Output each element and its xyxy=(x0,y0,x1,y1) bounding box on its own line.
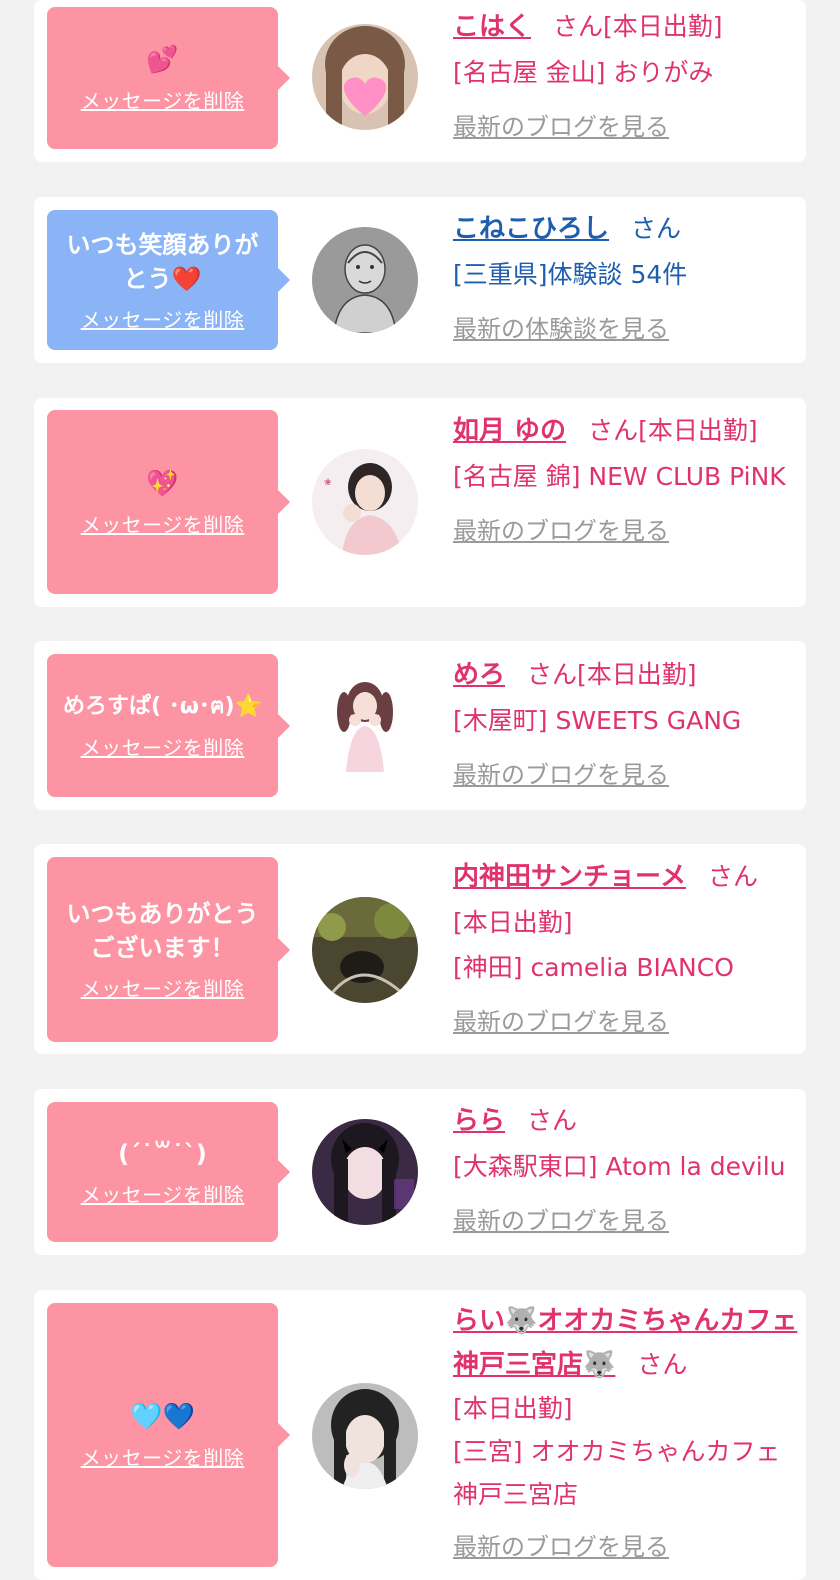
latest-blog-link[interactable]: 最新のブログを見る xyxy=(453,509,798,554)
status-label: [本日出勤] xyxy=(577,660,697,689)
message-text: いつもありがとうございます！ xyxy=(66,900,259,962)
avatar[interactable] xyxy=(312,1119,418,1225)
honorific: さん xyxy=(631,214,682,243)
cast-name-link[interactable]: こねこひろし xyxy=(453,214,609,244)
svg-text:❀: ❀ xyxy=(324,478,332,488)
shop-label: [三宮] オオカミちゃんカフェ神戸三宮店 xyxy=(453,1437,781,1509)
cast-name-link[interactable]: 如月 ゆの xyxy=(453,416,566,446)
avatar[interactable] xyxy=(312,1383,418,1489)
avatar[interactable] xyxy=(312,672,418,778)
honorific: さん xyxy=(527,660,578,689)
shop-label: [神田] camelia BIANCO xyxy=(453,953,734,982)
shop-label: [木屋町] SWEETS GANG xyxy=(453,706,742,735)
delete-message-link[interactable]: メッセージを削除 xyxy=(81,973,245,1002)
latest-blog-link[interactable]: 最新のブログを見る xyxy=(453,105,798,150)
message-text: (ˊ˙꒳˙ˋ) xyxy=(118,1139,207,1168)
delete-message-link[interactable]: メッセージを削除 xyxy=(81,1179,245,1208)
honorific: さん xyxy=(707,862,758,891)
cast-info: らら さん [大森駅東口] Atom la devilu 最新のブログを見る xyxy=(453,1098,798,1244)
avatar[interactable] xyxy=(312,897,418,1003)
cast-info: 内神田サンチョーメ さん [本日出勤] [神田] camelia BIANCO 最… xyxy=(453,854,798,1045)
message-text: 🩵💙 xyxy=(130,1401,195,1432)
message-text: 💕 xyxy=(146,44,179,75)
shop-label: [三重県]体験談 54件 xyxy=(453,260,688,289)
cast-info: めろ さん[本日出勤] [木屋町] SWEETS GANG 最新のブログを見る xyxy=(453,652,798,798)
favorite-card: いつもありがとうございます！ メッセージを削除 内神田サンチョーメ さん [本日出… xyxy=(34,844,806,1054)
message-bubble: いつも笑顔ありがとう❤️ メッセージを削除 xyxy=(47,210,290,350)
delete-message-link[interactable]: メッセージを削除 xyxy=(81,1442,245,1471)
honorific: さん xyxy=(553,12,604,41)
favorite-card: (ˊ˙꒳˙ˋ) メッセージを削除 らら さん [大森駅東口] Atom la de… xyxy=(34,1089,806,1255)
delete-message-link[interactable]: メッセージを削除 xyxy=(81,732,245,761)
shop-label: [名古屋 錦] NEW CLUB PiNK xyxy=(453,462,786,491)
message-bubble: 💖 メッセージを削除 xyxy=(47,410,290,594)
shop-label: [名古屋 金山] おりがみ xyxy=(453,58,714,87)
favorite-card: 💕 メッセージを削除 こはく さん[本日出勤] [名古屋 金山] おりがみ 最新の… xyxy=(34,0,806,162)
message-text: 💖 xyxy=(146,468,179,499)
delete-message-link[interactable]: メッセージを削除 xyxy=(81,509,245,538)
message-bubble: (ˊ˙꒳˙ˋ) メッセージを削除 xyxy=(47,1102,290,1242)
cast-name-link[interactable]: めろ xyxy=(453,660,505,690)
message-bubble: 🩵💙 メッセージを削除 xyxy=(47,1303,290,1567)
cast-name-link[interactable]: 内神田サンチョーメ xyxy=(453,862,686,892)
favorite-card: いつも笑顔ありがとう❤️ メッセージを削除 こねこひろし さん [三重県]体験談 … xyxy=(34,197,806,363)
message-text: めろすぱ( ･ω･ฅ)⭐️ xyxy=(63,694,262,719)
cast-name-link[interactable]: らい🐺オオカミちゃんカフェ神戸三宮店🐺 xyxy=(453,1306,797,1380)
cast-info: らい🐺オオカミちゃんカフェ神戸三宮店🐺 さん [本日出勤] [三宮] オオカミちゃ… xyxy=(453,1299,798,1569)
status-label: [本日出勤] xyxy=(638,416,758,445)
avatar[interactable]: ❀ xyxy=(312,449,418,555)
cast-name-link[interactable]: らら xyxy=(453,1106,505,1136)
latest-review-link[interactable]: 最新の体験談を見る xyxy=(453,307,798,352)
shop-label: [大森駅東口] Atom la devilu xyxy=(453,1152,786,1181)
latest-blog-link[interactable]: 最新のブログを見る xyxy=(453,1526,798,1569)
cast-info: こはく さん[本日出勤] [名古屋 金山] おりがみ 最新のブログを見る xyxy=(453,4,798,150)
latest-blog-link[interactable]: 最新のブログを見る xyxy=(453,1000,798,1045)
cast-name-link[interactable]: こはく xyxy=(453,12,531,42)
favorite-card: 💖 メッセージを削除 ❀ 如月 ゆの さん[本日出勤] [名古屋 錦] NEW C… xyxy=(34,398,806,607)
message-bubble: いつもありがとうございます！ メッセージを削除 xyxy=(47,857,290,1042)
honorific: さん xyxy=(588,416,639,445)
status-label: [本日出勤] xyxy=(453,908,573,937)
message-bubble: 💕 メッセージを削除 xyxy=(47,7,290,149)
latest-blog-link[interactable]: 最新のブログを見る xyxy=(453,753,798,798)
favorite-card: めろすぱ( ･ω･ฅ)⭐️ メッセージを削除 めろ さん[本日出勤] [木屋町] … xyxy=(34,641,806,810)
message-text: いつも笑顔ありがとう❤️ xyxy=(66,230,259,293)
favorite-card: 🩵💙 メッセージを削除 らい🐺オオカミちゃんカフェ神戸三宮店🐺 さん [本日出勤]… xyxy=(34,1290,806,1580)
honorific: さん xyxy=(637,1350,688,1379)
status-label: [本日出勤] xyxy=(603,12,723,41)
avatar[interactable] xyxy=(312,227,418,333)
honorific: さん xyxy=(527,1106,578,1135)
delete-message-link[interactable]: メッセージを削除 xyxy=(81,304,245,333)
cast-info: 如月 ゆの さん[本日出勤] [名古屋 錦] NEW CLUB PiNK 最新のブ… xyxy=(453,408,798,554)
cast-info: こねこひろし さん [三重県]体験談 54件 最新の体験談を見る xyxy=(453,206,798,352)
avatar[interactable] xyxy=(312,24,418,130)
latest-blog-link[interactable]: 最新のブログを見る xyxy=(453,1199,798,1244)
message-bubble: めろすぱ( ･ω･ฅ)⭐️ メッセージを削除 xyxy=(47,654,290,797)
status-label: [本日出勤] xyxy=(453,1394,573,1423)
delete-message-link[interactable]: メッセージを削除 xyxy=(81,85,245,114)
